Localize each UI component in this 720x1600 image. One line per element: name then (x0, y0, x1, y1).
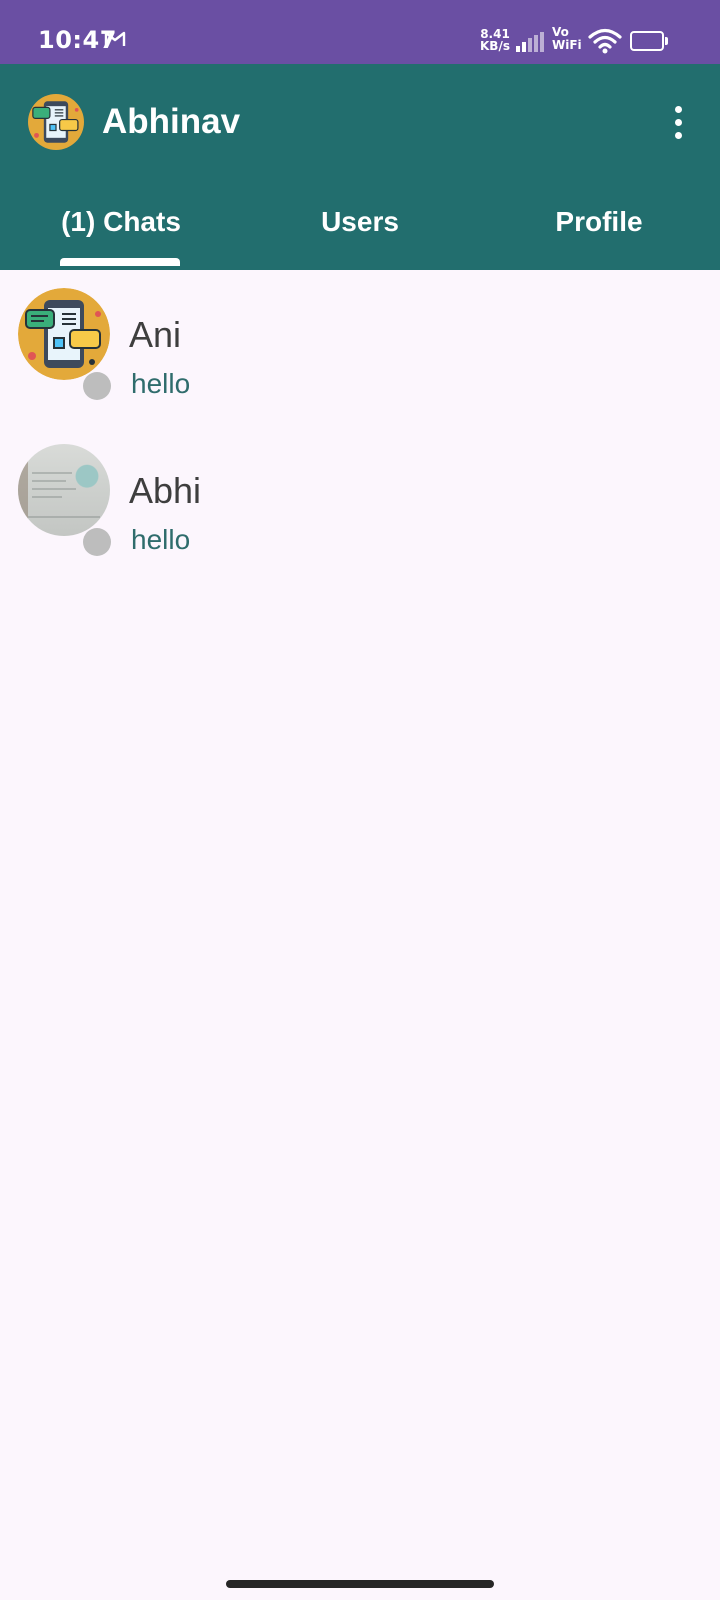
tab-indicator (60, 258, 180, 266)
offline-status-dot (83, 528, 111, 556)
avatar[interactable] (18, 288, 110, 380)
more-vert-icon-dot (674, 105, 682, 113)
chat-last-message: hello (131, 524, 191, 555)
battery-tip (665, 37, 668, 45)
network-speed: 8.41 KB/s (480, 28, 510, 52)
app-bar: Abhinav (1) Chats Users Profile (0, 64, 720, 270)
home-indicator[interactable] (226, 1580, 494, 1588)
wifi-icon (588, 28, 622, 54)
battery-indicator: 91 (630, 31, 668, 51)
chat-name: Ani (129, 314, 182, 355)
status-bar: 10:47 8.41 KB/s Vo WiFi 91 (0, 0, 720, 64)
tab-profile[interactable]: Profile (478, 194, 720, 270)
app-title: Abhinav (102, 102, 241, 141)
chat-list-item[interactable]: Ani hello (0, 272, 720, 428)
battery-level: 91 (638, 34, 656, 48)
offline-status-dot (83, 372, 111, 400)
wifi-label: WiFi (552, 38, 582, 52)
gmail-icon (104, 31, 126, 46)
more-options-button[interactable] (660, 100, 696, 144)
network-speed-unit: KB/s (480, 39, 510, 53)
chat-list-item[interactable]: Abhi hello (0, 428, 720, 584)
chat-phone-icon (18, 288, 110, 380)
signal-icon (516, 32, 544, 52)
avatar[interactable] (18, 444, 110, 536)
more-vert-icon-dot (674, 118, 682, 126)
chat-name: Abhi (129, 470, 202, 511)
user-photo (18, 444, 110, 536)
tab-users[interactable]: Users (242, 194, 478, 270)
more-vert-icon-dot (674, 131, 682, 139)
chat-phone-icon[interactable] (28, 94, 84, 150)
chat-last-message: hello (131, 368, 191, 399)
tab-bar: (1) Chats Users Profile (0, 194, 720, 270)
vowifi-indicator: Vo WiFi (552, 26, 582, 52)
